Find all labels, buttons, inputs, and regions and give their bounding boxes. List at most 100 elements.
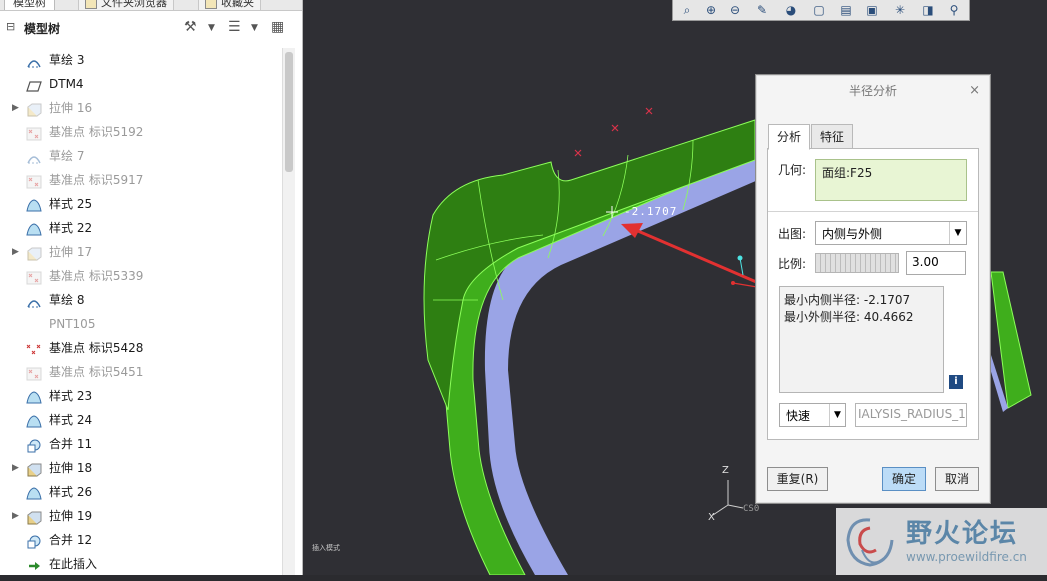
tree-item-label: 样式 26 [49, 485, 93, 499]
navigator-tabs: 模型树 文件夹浏览器 收藏夹 [0, 0, 302, 11]
expand-arrow-icon[interactable]: ▶ [12, 456, 19, 480]
tab-folder-browser[interactable]: 文件夹浏览器 [78, 0, 174, 10]
tree-item[interactable]: 草绘 8 [0, 288, 282, 312]
analysis-name-input[interactable]: IALYSIS_RADIUS_1 [855, 403, 967, 427]
tree-filter-icon[interactable]: ▦ [271, 19, 284, 35]
tab-favorites[interactable]: 收藏夹 [198, 0, 261, 10]
graphics-toolbar: ⌕ ⊕ ⊖ ✎ ◕ ▢ ▤ ▣ ✳ ◨ ⚲ [672, 0, 970, 21]
datum-plane-icon [26, 77, 42, 92]
expand-arrow-icon[interactable]: ▶ [12, 96, 19, 120]
mode-dropdown[interactable]: 快速 ▼ [779, 403, 846, 427]
tree-item[interactable]: 基准点 标识5339 [0, 264, 282, 288]
tree-item-label: 拉伸 18 [49, 461, 93, 475]
refit-icon[interactable]: ⌕ [678, 2, 696, 18]
tree-item[interactable]: 样式 25 [0, 192, 282, 216]
tree-item-label: 拉伸 19 [49, 509, 93, 523]
expand-arrow-icon[interactable]: ▶ [12, 240, 19, 264]
zoom-out-icon[interactable]: ⊖ [726, 2, 744, 18]
tools-dropdown-icon[interactable]: ▼ [208, 23, 215, 33]
tree-item[interactable]: 基准点 标识5917 [0, 168, 282, 192]
geometry-collector[interactable]: 面组:F25 [815, 159, 967, 201]
sketch-icon [26, 149, 42, 164]
tree-item-label: 基准点 标识5428 [49, 341, 144, 355]
plot-label: 出图: [778, 227, 807, 241]
cancel-button[interactable]: 取消 [935, 467, 979, 491]
tree-item[interactable]: 基准点 标识5192 [0, 120, 282, 144]
dialog-title: 半径分析 [848, 84, 897, 98]
watermark: 野火论坛 www.proewildfire.cn [836, 508, 1047, 575]
tab-feature[interactable]: 特征 [811, 124, 854, 150]
tree-header: ⊟ 模型树 ⚒ ▼ ☰ ▼ ▦ [0, 11, 302, 45]
tree-item[interactable]: 基准点 标识5451 [0, 360, 282, 384]
tree-item[interactable]: ▶ 拉伸 18 [0, 456, 282, 480]
repeat-button[interactable]: 重复(R) [767, 467, 828, 491]
tree-item[interactable]: 样式 26 [0, 480, 282, 504]
settings-list-icon[interactable]: ☰ [228, 19, 241, 35]
tools-icon[interactable]: ⚒ [184, 19, 197, 35]
tree-title: 模型树 [24, 22, 61, 36]
sketch-icon [26, 293, 42, 308]
plot-dropdown[interactable]: 内侧与外侧 ▼ [815, 221, 967, 245]
info-icon[interactable]: i [949, 375, 963, 389]
tree-view-icon: ⊟ [6, 20, 16, 33]
tree-item[interactable]: DTM4 [0, 72, 282, 96]
style-icon [26, 413, 42, 428]
analysis-name-value: IALYSIS_RADIUS_1 [858, 407, 966, 421]
tree-item[interactable]: 在此插入 [0, 552, 282, 576]
plot-value: 内侧与外侧 [822, 227, 883, 241]
scale-slider[interactable] [815, 253, 899, 273]
datum-point-icon [26, 365, 42, 381]
csys-x-label: X [708, 512, 715, 523]
ok-button[interactable]: 确定 [882, 467, 926, 491]
tree-item[interactable]: 合并 11 [0, 432, 282, 456]
tree-item-label: PNT105 [49, 317, 96, 331]
tree-item[interactable]: 样式 22 [0, 216, 282, 240]
tree-item-label: 草绘 7 [49, 149, 85, 163]
model-tree-panel: 模型树 文件夹浏览器 收藏夹 ⊟ 模型树 ⚒ ▼ ☰ ▼ ▦ 草绘 3 DTM4 ▶… [0, 0, 303, 575]
tree-item-label: 拉伸 16 [49, 101, 93, 115]
chevron-down-icon: ▼ [949, 222, 966, 244]
close-icon[interactable]: × [969, 75, 980, 107]
favorites-icon [205, 0, 217, 9]
insert-here-icon [26, 557, 42, 571]
results-box: 最小内侧半径: -2.1707 最小外侧半径: 40.4662 [779, 286, 944, 393]
tree-item[interactable]: 草绘 7 [0, 144, 282, 168]
tree-item[interactable]: 样式 24 [0, 408, 282, 432]
tree-item-label: 拉伸 17 [49, 245, 93, 259]
scale-value: 3.00 [912, 255, 939, 269]
scrollbar-thumb[interactable] [285, 52, 293, 172]
settings-dropdown-icon[interactable]: ▼ [251, 23, 258, 33]
analysis-panel: 几何: 面组:F25 出图: 内侧与外侧 ▼ 比例: 3.00 最小内侧半径: -… [767, 148, 979, 440]
tree-item[interactable]: ▶ 拉伸 17 [0, 240, 282, 264]
tree-item[interactable]: ▶ 拉伸 16 [0, 96, 282, 120]
zoom-in-icon[interactable]: ⊕ [702, 2, 720, 18]
tree-item[interactable]: 合并 12 [0, 528, 282, 552]
divider [768, 211, 978, 212]
tree-item[interactable]: 样式 23 [0, 384, 282, 408]
tree-scrollbar[interactable] [282, 48, 295, 575]
csys-z-label: Z [722, 465, 729, 476]
tab-analysis[interactable]: 分析 [768, 124, 811, 150]
tree-item[interactable]: PNT105 [0, 312, 282, 336]
display-style-icon[interactable]: ◕ [782, 2, 800, 18]
tree-item-label: 基准点 标识5917 [49, 173, 144, 187]
tree-item-label: 样式 23 [49, 389, 93, 403]
tree-item[interactable]: ▶ 拉伸 19 [0, 504, 282, 528]
tree-item[interactable]: 基准点 标识5428 [0, 336, 282, 360]
saved-views-icon[interactable]: ▢ [810, 2, 828, 18]
perspective-icon[interactable]: ▣ [863, 2, 881, 18]
tree-item-label: 基准点 标识5339 [49, 269, 144, 283]
expand-arrow-icon[interactable]: ▶ [12, 504, 19, 528]
tree-item[interactable]: 草绘 3 [0, 48, 282, 72]
tree-item-label: 基准点 标识5451 [49, 365, 144, 379]
datum-point-icon [26, 125, 42, 141]
merge-icon [26, 437, 42, 453]
datum-display-icon[interactable]: ✳ [891, 2, 909, 18]
view-manager-icon[interactable]: ▤ [837, 2, 855, 18]
spin-center-icon[interactable]: ⚲ [945, 2, 963, 18]
repaint-icon[interactable]: ✎ [753, 2, 771, 18]
extrude-icon [26, 245, 42, 261]
tab-model-tree[interactable]: 模型树 [4, 0, 55, 10]
scale-input[interactable]: 3.00 [906, 251, 966, 275]
annotation-display-icon[interactable]: ◨ [919, 2, 937, 18]
